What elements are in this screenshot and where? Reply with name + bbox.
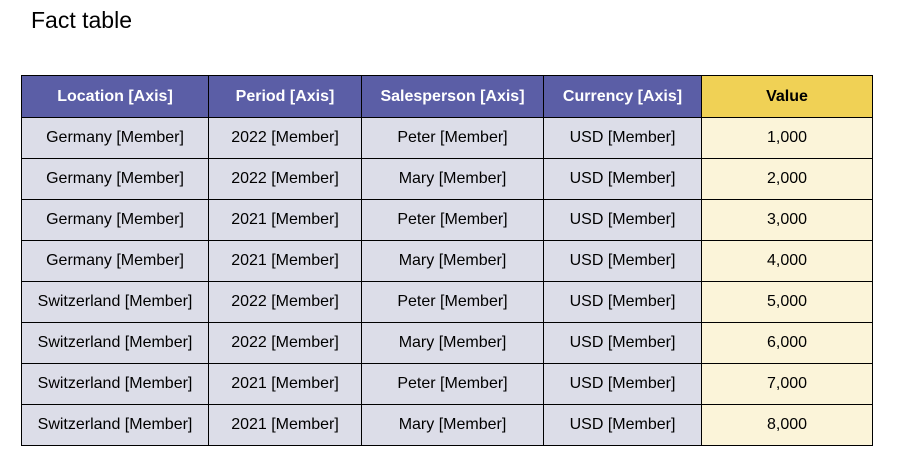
cell-currency: USD [Member] xyxy=(543,281,702,323)
table-header-row: Location [Axis] Period [Axis] Salesperso… xyxy=(21,75,873,118)
cell-salesperson: Peter [Member] xyxy=(361,281,544,323)
cell-currency: USD [Member] xyxy=(543,240,702,282)
cell-period: 2021 [Member] xyxy=(208,404,362,446)
cell-location: Germany [Member] xyxy=(21,199,209,241)
cell-value: 4,000 xyxy=(701,240,873,282)
table-row: Switzerland [Member] 2022 [Member] Peter… xyxy=(21,281,873,323)
column-header-location: Location [Axis] xyxy=(21,75,209,118)
cell-location: Germany [Member] xyxy=(21,158,209,200)
cell-period: 2021 [Member] xyxy=(208,240,362,282)
cell-value: 6,000 xyxy=(701,322,873,364)
cell-salesperson: Mary [Member] xyxy=(361,404,544,446)
column-header-period: Period [Axis] xyxy=(208,75,362,118)
cell-location: Switzerland [Member] xyxy=(21,322,209,364)
cell-location: Germany [Member] xyxy=(21,117,209,159)
cell-salesperson: Mary [Member] xyxy=(361,240,544,282)
cell-period: 2021 [Member] xyxy=(208,199,362,241)
table-row: Switzerland [Member] 2021 [Member] Mary … xyxy=(21,404,873,446)
cell-currency: USD [Member] xyxy=(543,158,702,200)
cell-location: Germany [Member] xyxy=(21,240,209,282)
cell-currency: USD [Member] xyxy=(543,404,702,446)
cell-location: Switzerland [Member] xyxy=(21,363,209,405)
table-row: Switzerland [Member] 2022 [Member] Mary … xyxy=(21,322,873,364)
table-row: Germany [Member] 2021 [Member] Mary [Mem… xyxy=(21,240,873,282)
page-title: Fact table xyxy=(31,7,132,33)
table-row: Germany [Member] 2022 [Member] Peter [Me… xyxy=(21,117,873,159)
column-header-value: Value xyxy=(701,75,873,118)
cell-value: 5,000 xyxy=(701,281,873,323)
cell-salesperson: Mary [Member] xyxy=(361,158,544,200)
fact-table: Location [Axis] Period [Axis] Salesperso… xyxy=(21,75,873,446)
cell-currency: USD [Member] xyxy=(543,322,702,364)
table-row: Germany [Member] 2021 [Member] Peter [Me… xyxy=(21,199,873,241)
cell-salesperson: Mary [Member] xyxy=(361,322,544,364)
column-header-salesperson: Salesperson [Axis] xyxy=(361,75,544,118)
cell-currency: USD [Member] xyxy=(543,199,702,241)
column-header-currency: Currency [Axis] xyxy=(543,75,702,118)
cell-currency: USD [Member] xyxy=(543,117,702,159)
cell-period: 2021 [Member] xyxy=(208,363,362,405)
cell-value: 8,000 xyxy=(701,404,873,446)
cell-period: 2022 [Member] xyxy=(208,281,362,323)
table-row: Switzerland [Member] 2021 [Member] Peter… xyxy=(21,363,873,405)
cell-value: 1,000 xyxy=(701,117,873,159)
cell-value: 3,000 xyxy=(701,199,873,241)
cell-period: 2022 [Member] xyxy=(208,117,362,159)
cell-salesperson: Peter [Member] xyxy=(361,363,544,405)
cell-location: Switzerland [Member] xyxy=(21,404,209,446)
table-row: Germany [Member] 2022 [Member] Mary [Mem… xyxy=(21,158,873,200)
cell-period: 2022 [Member] xyxy=(208,322,362,364)
cell-period: 2022 [Member] xyxy=(208,158,362,200)
cell-value: 2,000 xyxy=(701,158,873,200)
cell-location: Switzerland [Member] xyxy=(21,281,209,323)
cell-value: 7,000 xyxy=(701,363,873,405)
cell-salesperson: Peter [Member] xyxy=(361,117,544,159)
cell-currency: USD [Member] xyxy=(543,363,702,405)
cell-salesperson: Peter [Member] xyxy=(361,199,544,241)
